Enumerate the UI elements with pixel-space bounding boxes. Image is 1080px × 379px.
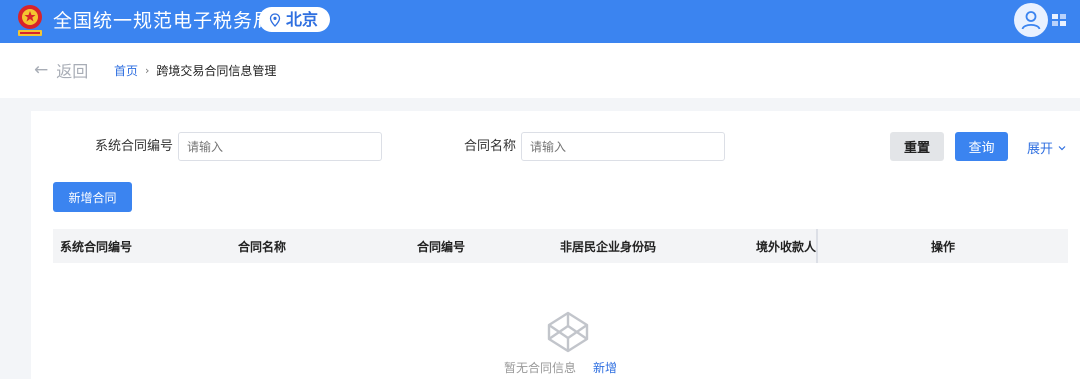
- contract-name-input[interactable]: [521, 132, 725, 161]
- breadcrumb: 首页 › 跨境交易合同信息管理: [114, 62, 276, 79]
- user-avatar[interactable]: [1014, 3, 1048, 37]
- app-title: 全国统一规范电子税务局: [53, 10, 274, 32]
- contract-name-label: 合同名称: [464, 139, 517, 154]
- column-header-sys-no: 系统合同编号: [60, 240, 133, 254]
- expand-label: 展开: [1027, 142, 1054, 157]
- location-pin-icon: [269, 12, 281, 27]
- breadcrumb-current: 跨境交易合同信息管理: [156, 64, 277, 78]
- breadcrumb-home[interactable]: 首页: [114, 62, 138, 79]
- chevron-down-icon: [1058, 145, 1066, 150]
- contract-sys-no-label: 系统合同编号: [95, 139, 174, 154]
- menu-grid-icon[interactable]: [1051, 12, 1067, 28]
- expand-toggle[interactable]: 展开: [1027, 138, 1067, 157]
- location-city: 北京: [286, 9, 319, 29]
- query-button[interactable]: 查询: [955, 132, 1008, 161]
- user-icon: [1021, 11, 1041, 30]
- back-button[interactable]: ← 返回: [34, 58, 88, 82]
- column-header-name: 合同名称: [238, 240, 287, 254]
- chevron-right-icon: ›: [145, 64, 150, 77]
- reset-button[interactable]: 重置: [890, 132, 944, 161]
- column-divider[interactable]: [816, 229, 818, 263]
- empty-state-text: 暂无合同信息: [504, 361, 577, 375]
- back-label: 返回: [56, 62, 89, 81]
- column-header-contract-no: 合同编号: [417, 240, 466, 254]
- location-selector[interactable]: 北京: [259, 7, 331, 32]
- tax-emblem-icon: [18, 5, 42, 36]
- arrow-left-icon: ←: [34, 59, 49, 80]
- column-header-nonresident-id: 非居民企业身份码: [560, 240, 657, 254]
- column-header-overseas-payee: 境外收款人: [756, 240, 817, 254]
- contract-sys-no-input[interactable]: [178, 132, 382, 161]
- column-header-actions: 操作: [931, 240, 956, 254]
- codepen-cube-icon: [547, 311, 589, 353]
- top-header-bar: 全国统一规范电子税务局 北京: [0, 0, 1080, 43]
- empty-add-link[interactable]: 新增: [593, 359, 617, 376]
- add-contract-button[interactable]: 新增合同: [53, 182, 132, 212]
